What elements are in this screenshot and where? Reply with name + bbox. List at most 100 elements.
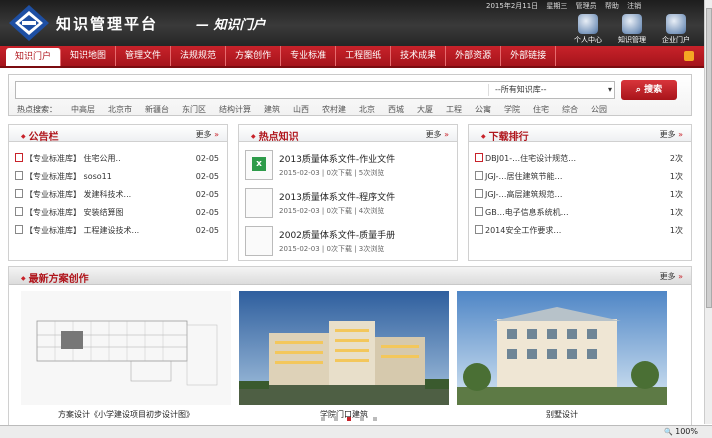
list-item[interactable]: DBJ01-…住宅设计规范… 2次 — [469, 150, 691, 168]
hot-item[interactable]: 2002质量体系文件-质量手册 2015-02-03 | 0次下载 | 3次浏览 — [239, 222, 457, 260]
hot-word[interactable]: 学院 — [504, 104, 520, 115]
search-input[interactable]: --所有知识库-- — [15, 81, 615, 99]
notice-more-link[interactable]: 更多 — [196, 129, 219, 140]
excel-icon: x — [252, 157, 266, 171]
gallery-more-link[interactable]: 更多 — [660, 271, 683, 282]
hot-word[interactable]: 住宅 — [533, 104, 549, 115]
hot-word[interactable]: 新疆台 — [145, 104, 169, 115]
hot-word[interactable]: 大厦 — [417, 104, 433, 115]
hot-word[interactable]: 工程 — [446, 104, 462, 115]
status-bar: 100% — [0, 425, 712, 438]
main-nav: 知识门户 知识地图 管理文件 法规规范 方案创作 专业标准 工程图纸 技术成果 … — [0, 46, 712, 68]
nav-item-regulations[interactable]: 法规规范 — [171, 46, 227, 66]
hot-title: 热点知识 — [251, 128, 299, 143]
nav-item-links[interactable]: 外部链接 — [501, 46, 557, 66]
download-count: 1次 — [669, 172, 683, 181]
nav-item-resources[interactable]: 外部资源 — [446, 46, 502, 66]
list-item[interactable]: 【专业标准库】 安装结算图 02-05 — [9, 204, 227, 222]
hot-item[interactable]: x 2013质量体系文件-作业文件 2015-02-03 | 0次下载 | 5次… — [239, 146, 457, 184]
page: 知识管理平台 — 知识门户 2015年2月11日 星期三 管理员 帮助 注销 个… — [0, 0, 712, 438]
zoom-level[interactable]: 100% — [664, 427, 698, 436]
scrollbar-thumb[interactable] — [706, 8, 712, 308]
list-item[interactable]: 【专业标准库】 soso11 02-05 — [9, 168, 227, 186]
hot-word[interactable]: 中高层 — [71, 104, 95, 115]
list-item[interactable]: 【专业标准库】 住宅公用.. 02-05 — [9, 150, 227, 168]
enterprise-portal-button[interactable]: 企业门户 — [658, 14, 694, 45]
carousel-dot-active[interactable] — [347, 417, 351, 421]
site-title: 知识管理平台 — [56, 15, 159, 33]
list-item[interactable]: JGJ-…居住建筑节能… 1次 — [469, 168, 691, 186]
hot-word[interactable]: 结构计算 — [219, 104, 251, 115]
download-title: 下载排行 — [481, 128, 529, 143]
list-item[interactable]: GB…电子信息系统机… 1次 — [469, 204, 691, 222]
gallery-caption: 方案设计《小学建设项目初步设计图》 — [58, 410, 194, 419]
search-button[interactable]: ⌕ 搜索 — [621, 80, 677, 100]
hot-word[interactable]: 西城 — [388, 104, 404, 115]
knowledge-manage-button[interactable]: 知识管理 — [614, 14, 650, 45]
list-item[interactable]: JGJ-…高层建筑规范… 1次 — [469, 186, 691, 204]
document-icon — [15, 171, 23, 180]
search-area: --所有知识库-- ⌕ 搜索 热点搜索： 中高层 北京市 新疆台 东门区 结构计… — [8, 74, 692, 116]
logout-link[interactable]: 注销 — [627, 2, 641, 10]
portal-icon — [666, 14, 686, 34]
document-icon — [475, 189, 483, 198]
hot-item-title: 2013质量体系文件-作业文件 — [279, 155, 396, 165]
notice-text: 【专业标准库】 工程建设技术... — [25, 226, 140, 235]
personal-center-button[interactable]: 个人中心 — [570, 14, 606, 45]
library-select[interactable]: --所有知识库-- — [488, 84, 614, 96]
hot-word[interactable]: 东门区 — [182, 104, 206, 115]
search-button-label: 搜索 — [644, 85, 663, 95]
carousel-dot[interactable] — [321, 417, 325, 421]
user-link[interactable]: 管理员 — [576, 2, 597, 10]
nav-item-standards[interactable]: 专业标准 — [281, 46, 337, 66]
hot-item-meta: 2015-02-03 | 0次下载 | 4次浏览 — [279, 207, 385, 215]
download-count: 1次 — [669, 190, 683, 199]
villa-building-image — [457, 291, 667, 405]
gallery-item[interactable]: 学院门口建筑 — [239, 291, 449, 419]
download-count: 1次 — [669, 208, 683, 217]
gallery-title: 最新方案创作 — [21, 270, 89, 285]
nav-item-map[interactable]: 知识地图 — [61, 46, 117, 66]
weekday-text: 星期三 — [546, 2, 568, 10]
list-item[interactable]: 【专业标准库】 工程建设技术... 02-05 — [9, 222, 227, 240]
list-item[interactable]: 【专业标准库】 发建科技术... 02-05 — [9, 186, 227, 204]
download-rank-panel: 下载排行 更多 DBJ01-…住宅设计规范… 2次 JGJ-…居住建筑节能… 1次 … — [468, 124, 692, 261]
hot-word[interactable]: 综合 — [562, 104, 578, 115]
notice-text: 【专业标准库】 住宅公用.. — [25, 154, 121, 163]
night-building-image — [239, 291, 449, 405]
hot-more-link[interactable]: 更多 — [426, 129, 449, 140]
hot-word[interactable]: 北京市 — [108, 104, 132, 115]
nav-item-management[interactable]: 管理文件 — [116, 46, 172, 66]
nav-item-achievements[interactable]: 技术成果 — [391, 46, 447, 66]
hot-word[interactable]: 山西 — [293, 104, 309, 115]
download-list: DBJ01-…住宅设计规范… 2次 JGJ-…居住建筑节能… 1次 JGJ-…高层建… — [469, 142, 691, 240]
document-icon — [15, 207, 23, 216]
hot-word[interactable]: 农村建 — [322, 104, 346, 115]
download-more-link[interactable]: 更多 — [660, 129, 683, 140]
gallery-item[interactable]: 方案设计《小学建设项目初步设计图》 — [21, 291, 231, 419]
hot-item[interactable]: 2013质量体系文件-程序文件 2015-02-03 | 0次下载 | 4次浏览 — [239, 184, 457, 222]
hot-word[interactable]: 建筑 — [264, 104, 280, 115]
personal-center-label: 个人中心 — [574, 36, 602, 44]
gallery-item[interactable]: 别墅设计 — [457, 291, 667, 419]
nav-item-drawings[interactable]: 工程图纸 — [336, 46, 392, 66]
carousel-dot[interactable] — [334, 417, 338, 421]
file-thumbnail — [245, 188, 273, 218]
carousel-dot[interactable] — [360, 417, 364, 421]
carousel-dot[interactable] — [373, 417, 377, 421]
hot-word[interactable]: 北京 — [359, 104, 375, 115]
rss-icon[interactable] — [684, 51, 694, 61]
nav-item-portal[interactable]: 知识门户 — [6, 48, 62, 66]
hot-word[interactable]: 公园 — [591, 104, 607, 115]
gallery-caption: 别墅设计 — [546, 410, 578, 419]
document-icon — [475, 207, 483, 216]
help-link[interactable]: 帮助 — [605, 2, 619, 10]
latest-design-gallery: 最新方案创作 更多 方案设计《小学建设项目初步设计图》 — [8, 266, 692, 426]
download-panel-header: 下载排行 更多 — [469, 125, 691, 143]
notice-text: 【专业标准库】 soso11 — [25, 172, 112, 181]
hot-list: x 2013质量体系文件-作业文件 2015-02-03 | 0次下载 | 5次… — [239, 142, 457, 260]
list-item[interactable]: 2014安全工作要求… 1次 — [469, 222, 691, 240]
vertical-scrollbar[interactable] — [704, 0, 712, 424]
hot-word[interactable]: 公寓 — [475, 104, 491, 115]
nav-item-design[interactable]: 方案创作 — [226, 46, 282, 66]
